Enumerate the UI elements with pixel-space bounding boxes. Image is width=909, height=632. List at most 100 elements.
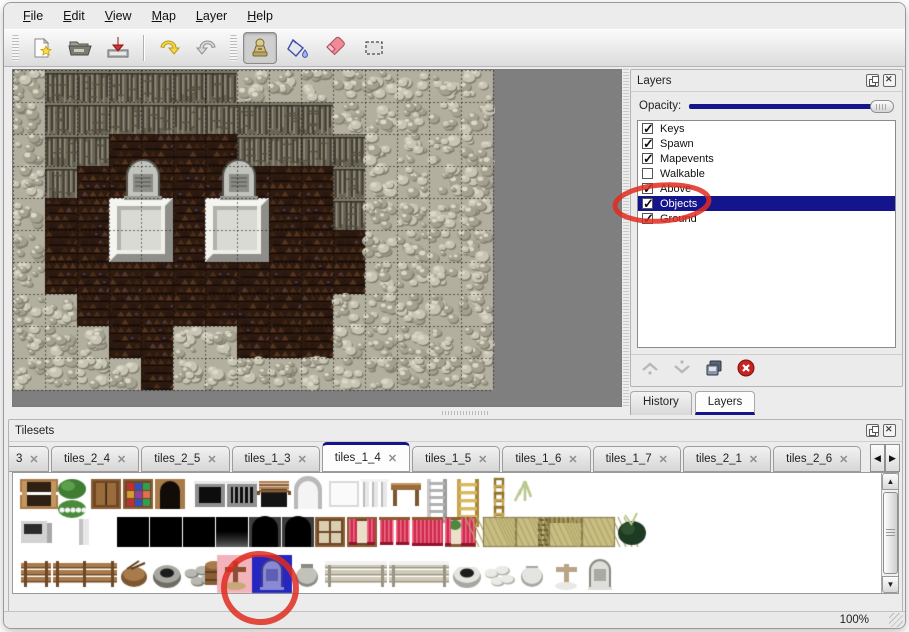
tileset-tab-tiles_1_3[interactable]: tiles_1_3 ✕ xyxy=(232,446,320,472)
layer-visibility-checkbox[interactable] xyxy=(642,153,653,164)
menu-item-edit[interactable]: Edit xyxy=(54,6,94,26)
map-viewport[interactable] xyxy=(12,69,622,407)
opacity-slider-handle[interactable] xyxy=(870,100,894,113)
menu-item-view[interactable]: View xyxy=(96,6,141,26)
layer-visibility-checkbox[interactable] xyxy=(642,168,653,179)
map-canvas[interactable] xyxy=(13,70,495,392)
duplicate-layer-button[interactable] xyxy=(703,360,725,382)
tab-label: tiles_2_6 xyxy=(786,453,832,465)
layer-row-above[interactable]: Above xyxy=(638,181,895,196)
layer-row-walkable[interactable]: Walkable xyxy=(638,166,895,181)
float-panel-icon[interactable] xyxy=(866,424,879,437)
tab-close-icon[interactable]: ✕ xyxy=(298,453,307,466)
tileset-tab-3[interactable]: 3✕ xyxy=(9,446,49,472)
vertical-splitter[interactable] xyxy=(623,69,629,407)
tileset-tab-tiles_2_5[interactable]: tiles_2_5✕ xyxy=(141,446,229,472)
tab-close-icon[interactable]: ✕ xyxy=(749,453,758,466)
dock-tab-history[interactable]: History xyxy=(630,391,692,415)
zoom-level: 100% xyxy=(840,614,869,626)
tileset-canvas[interactable] xyxy=(13,473,873,595)
close-panel-icon[interactable] xyxy=(883,74,896,87)
menu-item-file[interactable]: File xyxy=(14,6,52,26)
tileset-tab-tiles_2_1[interactable]: tiles_2_1 ✕ xyxy=(683,446,771,472)
stamp-tool-button[interactable] xyxy=(243,32,277,64)
layer-row-objects[interactable]: Objects xyxy=(638,196,895,211)
tab-close-icon[interactable]: ✕ xyxy=(388,452,397,465)
tabs-scroll-left-icon[interactable]: ◀ xyxy=(870,444,885,472)
layer-row-ground[interactable]: Ground xyxy=(638,211,895,226)
tileset-tab-tiles_1_5[interactable]: tiles_1_5 ✕ xyxy=(412,446,500,472)
tab-close-icon[interactable]: ✕ xyxy=(659,453,668,466)
opacity-slider[interactable] xyxy=(689,98,894,114)
open-button[interactable] xyxy=(63,32,97,64)
layer-label: Objects xyxy=(660,198,697,210)
fill-tool-button[interactable] xyxy=(281,32,315,64)
layer-label: Keys xyxy=(660,123,684,135)
tab-label: tiles_2_1 xyxy=(696,453,742,465)
layer-label: Ground xyxy=(660,213,697,225)
close-panel-icon[interactable] xyxy=(883,424,896,437)
dock-tab-layers[interactable]: Layers xyxy=(695,391,756,415)
layer-visibility-checkbox[interactable] xyxy=(642,213,653,224)
move-layer-up-button[interactable] xyxy=(639,360,661,382)
tilesets-panel: Tilesets 3✕tiles_2_4✕tiles_2_5✕tiles_1_3… xyxy=(8,419,903,615)
layer-row-spawn[interactable]: Spawn xyxy=(638,136,895,151)
layer-row-mapevents[interactable]: Mapevents xyxy=(638,151,895,166)
layer-list: KeysSpawn MapeventsWalkable Above Objects Gr… xyxy=(637,120,896,348)
tab-close-icon[interactable]: ✕ xyxy=(478,453,487,466)
layer-label: Above xyxy=(660,183,691,195)
redo-button[interactable] xyxy=(190,32,224,64)
save-button[interactable] xyxy=(101,32,135,64)
float-panel-icon[interactable] xyxy=(866,74,879,87)
horizontal-splitter[interactable] xyxy=(12,409,622,417)
tab-close-icon[interactable]: ✕ xyxy=(29,453,38,466)
tab-close-icon[interactable]: ✕ xyxy=(839,453,848,466)
tileset-scrollbar[interactable]: ▲ ▼ xyxy=(881,473,898,593)
tab-close-icon[interactable]: ✕ xyxy=(568,453,577,466)
layer-visibility-checkbox[interactable] xyxy=(642,183,653,194)
toolbar-separator xyxy=(143,35,144,61)
scrollbar-thumb[interactable] xyxy=(883,492,898,574)
menu-bar: FileEditViewMapLayerHelp xyxy=(4,3,905,29)
menu-item-map[interactable]: Map xyxy=(143,6,185,26)
tileset-tab-tiles_1_7[interactable]: tiles_1_7✕ xyxy=(593,446,681,472)
tileset-tab-tiles_1_4[interactable]: tiles_1_4✕ xyxy=(322,442,410,472)
move-layer-down-button[interactable] xyxy=(671,360,693,382)
layer-row-keys[interactable]: Keys xyxy=(638,121,895,136)
resize-grip-icon[interactable] xyxy=(889,613,903,627)
tileset-tab-tiles_1_6[interactable]: tiles_1_6✕ xyxy=(502,446,590,472)
layer-visibility-checkbox[interactable] xyxy=(642,198,653,209)
tab-label: tiles_1_3 xyxy=(245,453,291,465)
delete-layer-button[interactable] xyxy=(735,360,757,382)
eraser-tool-icon xyxy=(323,36,349,60)
opacity-track xyxy=(689,104,890,109)
tab-close-icon[interactable]: ✕ xyxy=(117,453,126,466)
tileset-tabs: 3✕tiles_2_4✕tiles_2_5✕tiles_1_3✕tiles_1_… xyxy=(9,442,868,472)
fill-tool-icon xyxy=(285,36,311,60)
layers-panel-titlebar: Layers xyxy=(631,70,902,92)
layer-visibility-checkbox[interactable] xyxy=(642,138,653,149)
tilesets-panel-title: Tilesets xyxy=(15,425,54,437)
save-icon xyxy=(105,36,131,60)
tileset-tab-tiles_2_4[interactable]: tiles_2_4✕ xyxy=(51,446,139,472)
redo-icon xyxy=(194,36,220,60)
tileset-tab-tiles_2_6[interactable]: tiles_2_6 ✕ xyxy=(773,446,861,472)
scroll-down-icon[interactable]: ▼ xyxy=(882,576,899,593)
scroll-up-icon[interactable]: ▲ xyxy=(882,473,899,490)
toolbar-drag-handle[interactable] xyxy=(230,35,237,61)
tab-label: tiles_1_5 xyxy=(425,453,471,465)
splitter-grip[interactable] xyxy=(442,411,488,415)
delete-layer-icon xyxy=(736,358,756,383)
undo-button[interactable] xyxy=(152,32,186,64)
new-file-button[interactable] xyxy=(25,32,59,64)
select-tool-button[interactable] xyxy=(357,32,391,64)
tab-close-icon[interactable]: ✕ xyxy=(207,453,216,466)
layer-visibility-checkbox[interactable] xyxy=(642,123,653,134)
tabs-scroll-right-icon[interactable]: ▶ xyxy=(885,444,900,472)
layers-panel: Layers Opacity: KeysSpawnMapeventsWalkab… xyxy=(630,69,903,387)
menu-item-layer[interactable]: Layer xyxy=(187,6,236,26)
menu-item-help[interactable]: Help xyxy=(238,6,282,26)
eraser-tool-button[interactable] xyxy=(319,32,353,64)
layer-label: Mapevents xyxy=(660,153,714,165)
duplicate-layer-icon xyxy=(704,358,724,383)
